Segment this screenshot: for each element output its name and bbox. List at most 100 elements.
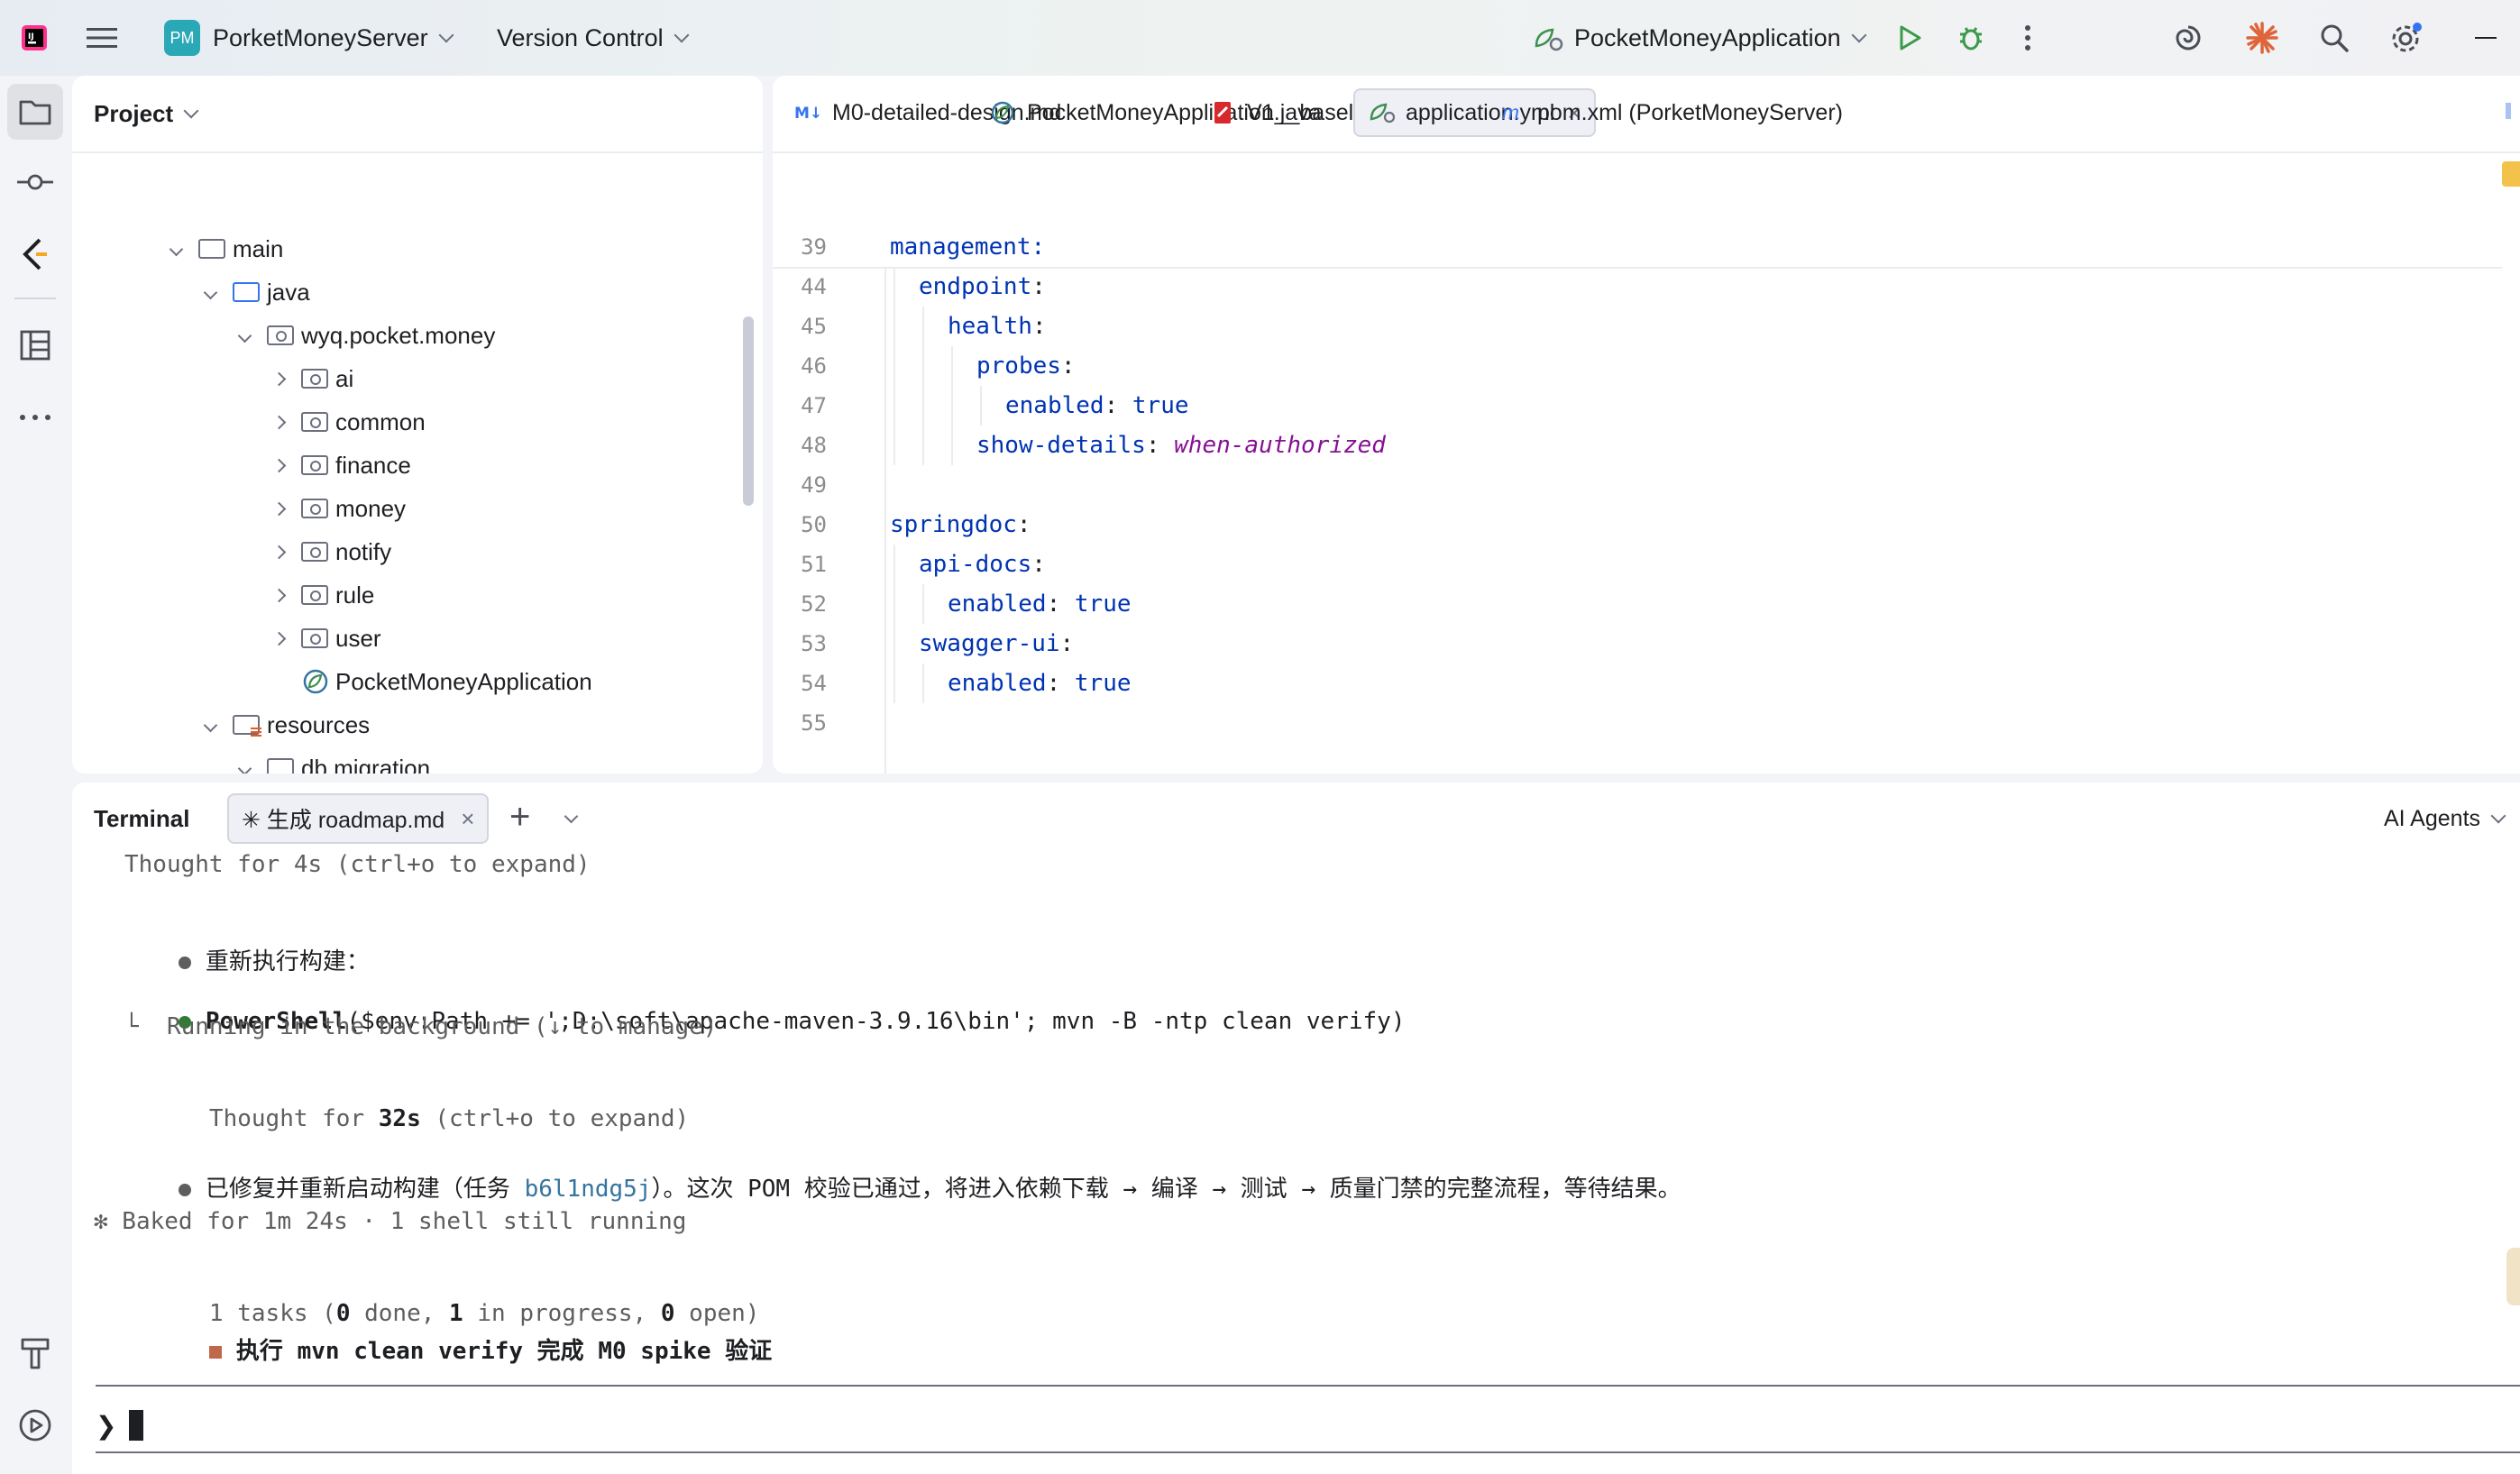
text-cursor (129, 1410, 144, 1441)
tree-item-finance[interactable]: finance (269, 444, 411, 487)
chevron-right-icon[interactable] (271, 501, 286, 516)
structure-tool-button[interactable] (7, 317, 63, 373)
services-tool-button[interactable] (7, 1397, 63, 1453)
thought-line: Thought for 4s (ctrl+o to expand) (124, 851, 591, 878)
code-line[interactable]: 55 (773, 703, 2520, 743)
more-actions-icon[interactable] (2024, 0, 2031, 76)
code-line[interactable]: 46 probes: (773, 346, 2520, 386)
yaml-entry: probes: (976, 352, 1076, 380)
chevron-down-icon[interactable] (237, 761, 252, 774)
code-line[interactable]: 45 health: (773, 307, 2520, 346)
tree-item-wyq-pocket-money[interactable]: wyq.pocket.money (234, 314, 495, 357)
search-icon[interactable] (2319, 0, 2350, 76)
chevron-right-icon[interactable] (271, 631, 286, 645)
folder-icon (198, 239, 225, 259)
task-id: b6l1ndg5j (524, 1176, 652, 1203)
summary-pom: POM (747, 1176, 791, 1203)
ai-assistant-icon[interactable] (2173, 0, 2204, 76)
code-line[interactable]: 49 (773, 465, 2520, 505)
code-line[interactable]: 44 endpoint: (773, 267, 2520, 307)
indent-guide (893, 346, 895, 386)
chevron-right-icon[interactable] (271, 458, 286, 472)
project-badge: PM (164, 20, 200, 56)
code-line[interactable]: 48 show-details: when-authorized (773, 426, 2520, 465)
chevron-right-icon[interactable] (271, 415, 286, 429)
run-button[interactable] (1897, 0, 1922, 76)
code-line[interactable]: 53 swagger-ui: (773, 624, 2520, 664)
kotlin-tool-button[interactable] (7, 226, 63, 282)
chevron-right-icon[interactable] (271, 588, 286, 602)
run-config-selector[interactable]: PocketMoneyApplication (1533, 0, 1867, 76)
folder-icon (233, 715, 261, 737)
tree-item-pocketmoneyapplication[interactable]: PocketMoneyApplication (269, 660, 592, 703)
settings-icon[interactable] (2389, 0, 2424, 76)
warning-icon[interactable] (2502, 161, 2520, 187)
line-number: 55 (801, 710, 827, 736)
editor-tab-pom-xml-porketmoneyserver[interactable]: m pom.xml (PorketMoneyServer) (1487, 88, 1856, 137)
build-tool-button[interactable] (7, 1325, 63, 1381)
code-line[interactable]: 47 enabled: true (773, 386, 2520, 426)
yaml-colon: : (1060, 352, 1076, 380)
ai-agents-menu[interactable]: AI Agents (2384, 783, 2506, 855)
tree-item-java[interactable]: java (200, 270, 310, 314)
code-line[interactable]: 51 api-docs: (773, 545, 2520, 584)
tree-item-common[interactable]: common (269, 400, 426, 444)
terminal-session-tab[interactable]: ✳ 生成 roadmap.md × (227, 793, 490, 844)
intellij-icon[interactable]: IJ (20, 0, 49, 76)
scroll-marker[interactable] (2506, 1248, 2520, 1305)
chevron-down-icon[interactable] (564, 809, 579, 826)
close-icon[interactable]: × (461, 805, 474, 833)
new-tab-icon[interactable]: + (509, 799, 530, 835)
yaml-entry: enabled: true (948, 591, 1132, 618)
chevron-down-icon[interactable] (203, 285, 217, 299)
svg-text:m: m (1501, 102, 1520, 124)
yaml-value: true (1074, 670, 1132, 697)
tree-item-db-migration[interactable]: db.migration (234, 746, 430, 774)
main-menu-icon[interactable] (87, 0, 117, 76)
tree-item-notify[interactable]: notify (269, 530, 391, 573)
chevron-down-icon[interactable] (169, 242, 183, 256)
tree-item-user[interactable]: user (269, 617, 381, 660)
commit-icon (17, 174, 53, 190)
chevron-down-icon (183, 103, 199, 119)
overflow-tab-indicator[interactable] (2506, 103, 2511, 119)
code-line[interactable]: 54 enabled: true (773, 664, 2520, 703)
project-tool-button[interactable] (7, 84, 63, 140)
svg-text:IJ: IJ (28, 32, 34, 41)
tree-item-resources[interactable]: resources (200, 703, 370, 746)
line-number: 45 (801, 314, 827, 339)
tree-item-main[interactable]: main (166, 227, 283, 270)
vcs-menu[interactable]: Version Control (497, 0, 690, 76)
more-tools-icon[interactable] (7, 389, 63, 445)
prompt-input[interactable]: ❯ (96, 1403, 144, 1448)
tree-item-rule[interactable]: rule (269, 573, 374, 617)
indent-guide (893, 267, 895, 307)
project-panel-header[interactable]: Project (72, 76, 763, 151)
chevron-right-icon[interactable] (271, 371, 286, 386)
sticky-line[interactable]: 39 management: (773, 227, 2520, 267)
claude-icon[interactable] (2245, 0, 2279, 76)
yaml-colon: : (1016, 511, 1031, 538)
chevron-right-icon[interactable] (271, 545, 286, 559)
task-c: 完成 (523, 1338, 599, 1365)
task-spike: M0 spike (598, 1338, 711, 1365)
commit-tool-button[interactable] (7, 154, 63, 210)
session-tab-label: ✳ 生成 roadmap.md (242, 808, 445, 833)
line-number: 48 (801, 433, 827, 458)
tree-scrollbar[interactable] (743, 316, 754, 506)
debug-button[interactable] (1956, 0, 1985, 76)
background-note: └ Running in the background (↓ to manage… (124, 1013, 718, 1040)
chevron-down-icon[interactable] (203, 718, 217, 732)
tree-item-money[interactable]: money (269, 487, 406, 530)
code-line[interactable]: 50 springdoc: (773, 505, 2520, 545)
yaml-entry: show-details: when-authorized (976, 432, 1386, 459)
minimize-icon[interactable] (2475, 0, 2497, 76)
package-icon (301, 499, 328, 518)
chevron-down-icon[interactable] (237, 328, 252, 343)
project-switcher[interactable]: PM PorketMoneyServer (164, 0, 454, 76)
tree-item-label: rule (335, 581, 375, 609)
tree-item-ai[interactable]: ai (269, 357, 353, 400)
code-line[interactable]: 52 enabled: true (773, 584, 2520, 624)
indent-guide (893, 386, 895, 426)
vcs-label: Version Control (497, 23, 664, 51)
